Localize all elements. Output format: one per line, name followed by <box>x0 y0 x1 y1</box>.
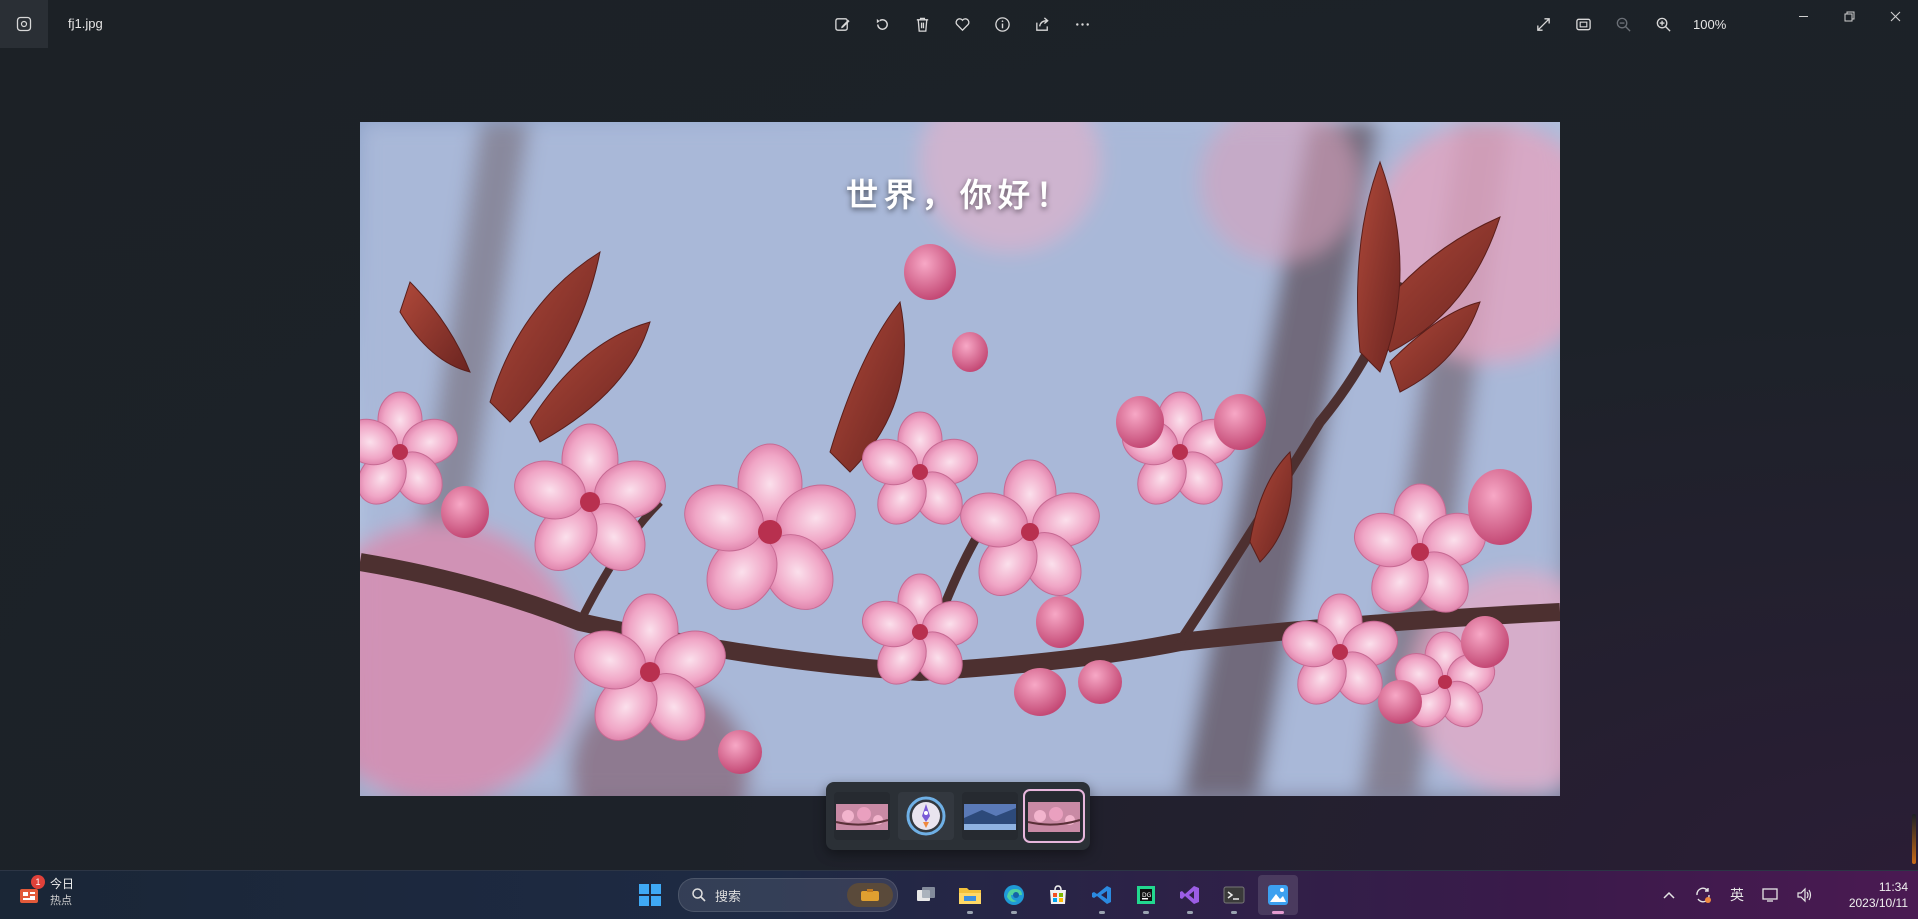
fullscreen-icon[interactable] <box>1527 8 1559 40</box>
chevron-up-icon[interactable] <box>1656 879 1682 911</box>
sync-icon[interactable] <box>1690 879 1716 911</box>
file-explorer-icon[interactable] <box>950 875 990 915</box>
view-tools: 100% <box>1527 8 1733 40</box>
widget-badge: 1 <box>31 874 45 889</box>
rocket-thumb[interactable] <box>898 792 954 840</box>
active-indicator <box>1272 911 1284 914</box>
visual-studio-icon[interactable] <box>1170 875 1210 915</box>
window-controls <box>1780 0 1918 32</box>
task-view-icon[interactable] <box>906 875 946 915</box>
widget-labels: 今日 热点 <box>50 877 74 908</box>
cherry-blossom-thumb[interactable] <box>834 792 890 840</box>
running-indicator <box>1143 911 1149 914</box>
running-indicator <box>967 911 973 914</box>
running-indicator <box>1099 911 1105 914</box>
vscode-icon[interactable] <box>1082 875 1122 915</box>
delete-icon[interactable] <box>906 8 938 40</box>
photos-app-window: fj1.jpg 100% 世界，你好！ <box>0 0 1918 870</box>
search-icon <box>692 888 706 902</box>
clock-time: 11:34 <box>1878 880 1908 894</box>
running-indicator <box>1011 911 1017 914</box>
image-toolbar <box>826 8 1098 40</box>
fit-window-icon[interactable] <box>1567 8 1599 40</box>
zoom-in-icon[interactable] <box>1647 8 1679 40</box>
zoom-level[interactable]: 100% <box>1693 17 1733 32</box>
clock-date: 2023/10/11 <box>1848 896 1908 910</box>
datagrip-icon[interactable]: DG <box>1126 875 1166 915</box>
widget-title: 今日 <box>50 877 75 891</box>
filmstrip <box>826 782 1090 850</box>
info-icon[interactable] <box>986 8 1018 40</box>
photo-caption: 世界，你好！ <box>845 176 1074 214</box>
photos-app-glyph <box>16 16 32 32</box>
zoom-out-icon[interactable] <box>1607 8 1639 40</box>
taskbar: 1 今日 热点 搜索 DG 英 11:34 2023/10/11 <box>0 870 1918 919</box>
cherry-blossom-thumb-selected[interactable] <box>1023 789 1085 843</box>
taskbar-apps: 搜索 DG <box>630 875 1298 915</box>
main-photo[interactable]: 世界，你好！ <box>360 122 1560 796</box>
photos-icon[interactable] <box>1258 875 1298 915</box>
scroll-handle[interactable] <box>1912 814 1916 864</box>
widget-subtitle: 热点 <box>50 895 72 907</box>
minimize-icon[interactable] <box>1780 0 1826 32</box>
news-widget-icon: 1 <box>14 874 45 907</box>
favorite-heart-icon[interactable] <box>946 8 978 40</box>
widgets-button[interactable]: 1 今日 热点 <box>14 874 74 908</box>
restore-icon[interactable] <box>1826 0 1872 32</box>
svg-text:DG: DG <box>1142 892 1152 899</box>
cherry-blossom-image <box>360 122 1560 796</box>
file-name: fj1.jpg <box>68 16 103 31</box>
ime-indicator[interactable]: 英 <box>1724 879 1750 911</box>
clock[interactable]: 11:34 2023/10/11 <box>1844 879 1908 911</box>
system-tray: 英 11:34 2023/10/11 2 <box>1656 871 1918 919</box>
terminal-icon[interactable] <box>1214 875 1254 915</box>
lake-thumb[interactable] <box>962 792 1018 840</box>
search-placeholder: 搜索 <box>715 888 742 904</box>
search-highlight-icon <box>847 883 893 907</box>
running-indicator <box>1231 911 1237 914</box>
more-icon[interactable] <box>1066 8 1098 40</box>
title-bar: fj1.jpg 100% <box>0 0 1918 48</box>
search-box[interactable]: 搜索 <box>678 878 898 912</box>
network-icon[interactable] <box>1758 879 1784 911</box>
start-icon[interactable] <box>630 875 670 915</box>
running-indicator <box>1187 911 1193 914</box>
share-icon[interactable] <box>1026 8 1058 40</box>
close-icon[interactable] <box>1872 0 1918 32</box>
edit-image-icon[interactable] <box>826 8 858 40</box>
edge-icon[interactable] <box>994 875 1034 915</box>
volume-icon[interactable] <box>1792 879 1818 911</box>
photos-app-icon[interactable] <box>0 0 48 48</box>
store-icon[interactable] <box>1038 875 1078 915</box>
rotate-icon[interactable] <box>866 8 898 40</box>
